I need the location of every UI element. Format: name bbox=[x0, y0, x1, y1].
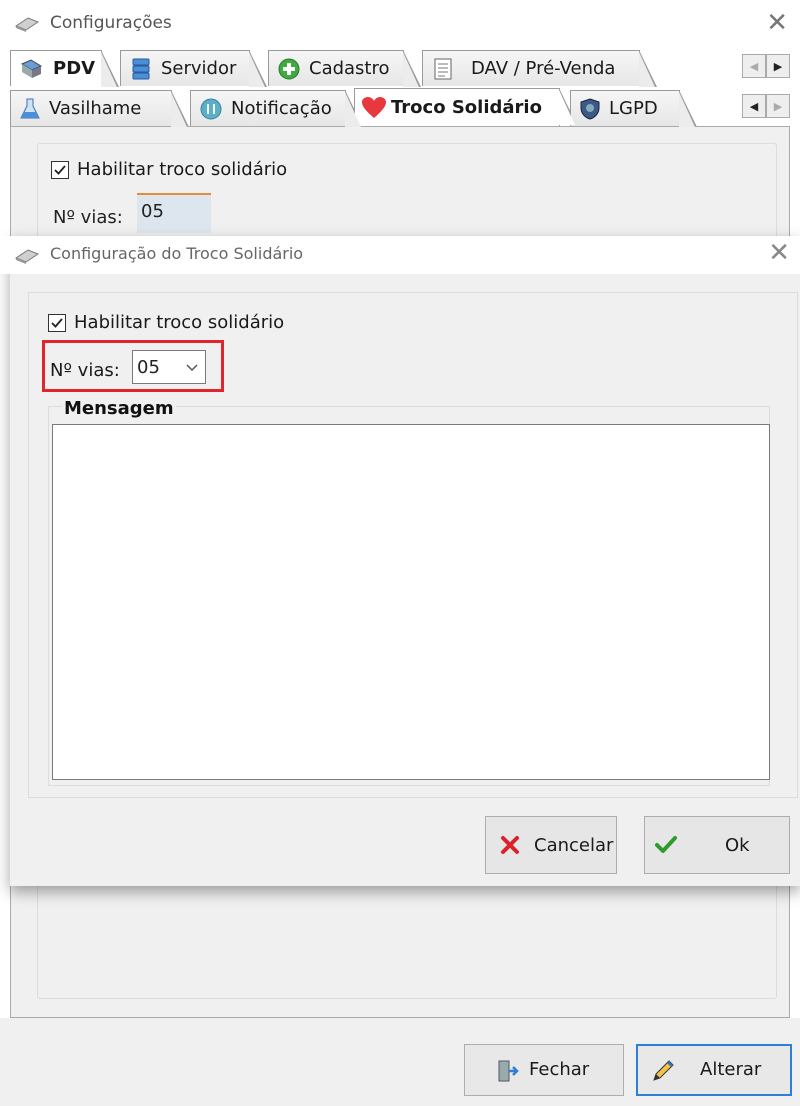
app-icon bbox=[14, 13, 40, 38]
notification-icon bbox=[199, 97, 223, 121]
tab-lgpd-label: LGPD bbox=[609, 98, 658, 119]
dialog-checkbox-checked-icon bbox=[48, 313, 66, 332]
main-footer: Fechar Alterar bbox=[0, 1018, 800, 1106]
message-textarea[interactable] bbox=[52, 424, 770, 780]
vias-select[interactable]: 05 bbox=[132, 350, 206, 384]
scroll-left-icon-2[interactable]: ◀ bbox=[742, 94, 766, 118]
tab-notificacao-label: Notificação bbox=[231, 98, 332, 119]
add-circle-icon bbox=[277, 57, 301, 81]
tab-vasilhame-label: Vasilhame bbox=[49, 98, 142, 119]
tab-pdv-label: PDV bbox=[53, 58, 96, 79]
dialog-enable-label: Habilitar troco solidário bbox=[74, 312, 285, 333]
checkmark-icon bbox=[655, 835, 677, 855]
ok-button-label: Ok bbox=[725, 835, 750, 856]
main-close-icon[interactable]: ✕ bbox=[766, 10, 788, 36]
dialog-app-icon bbox=[14, 245, 40, 270]
tab-troco-label: Troco Solidário bbox=[391, 97, 542, 118]
close-button-label: Fechar bbox=[529, 1059, 590, 1080]
tab-vasilhame[interactable]: Vasilhame bbox=[10, 90, 189, 127]
tab-servidor[interactable]: Servidor bbox=[120, 50, 267, 87]
main-titlebar: Configurações ✕ bbox=[0, 0, 800, 48]
tab-lgpd[interactable]: LGPD bbox=[570, 90, 697, 127]
troco-solidario-dialog: Configuração do Troco Solidário ✕ Habili… bbox=[0, 236, 800, 886]
chevron-down-icon bbox=[185, 362, 199, 372]
main-vias-label: Nº vias: bbox=[53, 207, 123, 228]
exit-door-icon bbox=[497, 1059, 519, 1083]
heart-icon bbox=[361, 96, 387, 120]
tab-dav-pre-venda[interactable]: DAV / Pré-Venda bbox=[422, 50, 657, 87]
edit-button[interactable]: Alterar bbox=[636, 1044, 792, 1096]
ok-button[interactable]: Ok bbox=[644, 816, 790, 874]
cancel-button[interactable]: Cancelar bbox=[485, 816, 617, 874]
pen-icon bbox=[650, 1058, 676, 1084]
tab-row-1-scroll: ◀ ▶ bbox=[742, 54, 790, 78]
cancel-button-label: Cancelar bbox=[534, 835, 614, 856]
dialog-close-icon[interactable]: ✕ bbox=[768, 240, 790, 266]
tab-troco-solidario[interactable]: Troco Solidário bbox=[354, 88, 577, 126]
scroll-left-icon[interactable]: ◀ bbox=[742, 54, 766, 78]
edit-button-label: Alterar bbox=[700, 1059, 762, 1080]
cancel-x-icon bbox=[500, 835, 520, 855]
document-icon bbox=[433, 57, 453, 81]
tab-notificacao[interactable]: Notificação bbox=[190, 90, 363, 127]
main-enable-label: Habilitar troco solidário bbox=[77, 159, 288, 180]
flask-icon bbox=[19, 97, 41, 121]
tab-servidor-label: Servidor bbox=[161, 58, 237, 79]
tab-row-2-scroll: ◀ ▶ bbox=[742, 94, 790, 118]
dialog-vias-label: Nº vias: bbox=[50, 360, 120, 381]
main-enable-checkbox[interactable]: Habilitar troco solidário bbox=[51, 159, 287, 180]
main-window-title: Configurações bbox=[50, 13, 172, 33]
tab-cadastro-label: Cadastro bbox=[309, 58, 390, 79]
checkbox-checked-icon bbox=[51, 160, 69, 179]
tab-dav-label: DAV / Pré-Venda bbox=[471, 58, 616, 79]
scroll-right-icon-2[interactable]: ▶ bbox=[766, 94, 790, 118]
message-legend: Mensagem bbox=[62, 398, 176, 419]
server-icon bbox=[129, 57, 153, 81]
tab-row-2: Vasilhame Notificação Troco Solidário LG… bbox=[10, 88, 800, 127]
tab-row-1: PDV Servidor Cadastro DAV / Pré-Venda ◀ … bbox=[10, 48, 800, 87]
dialog-title: Configuração do Troco Solidário bbox=[50, 244, 304, 263]
shield-icon bbox=[579, 97, 601, 121]
tab-cadastro[interactable]: Cadastro bbox=[268, 50, 421, 87]
vias-select-value: 05 bbox=[137, 356, 160, 378]
scroll-right-icon[interactable]: ▶ bbox=[766, 54, 790, 78]
dialog-enable-checkbox[interactable]: Habilitar troco solidário bbox=[48, 312, 284, 333]
tab-pdv[interactable]: PDV bbox=[10, 50, 119, 87]
pdv-icon bbox=[19, 58, 45, 80]
close-button[interactable]: Fechar bbox=[464, 1044, 624, 1096]
dialog-titlebar: Configuração do Troco Solidário ✕ bbox=[0, 236, 800, 274]
main-vias-value: 05 bbox=[137, 193, 211, 233]
